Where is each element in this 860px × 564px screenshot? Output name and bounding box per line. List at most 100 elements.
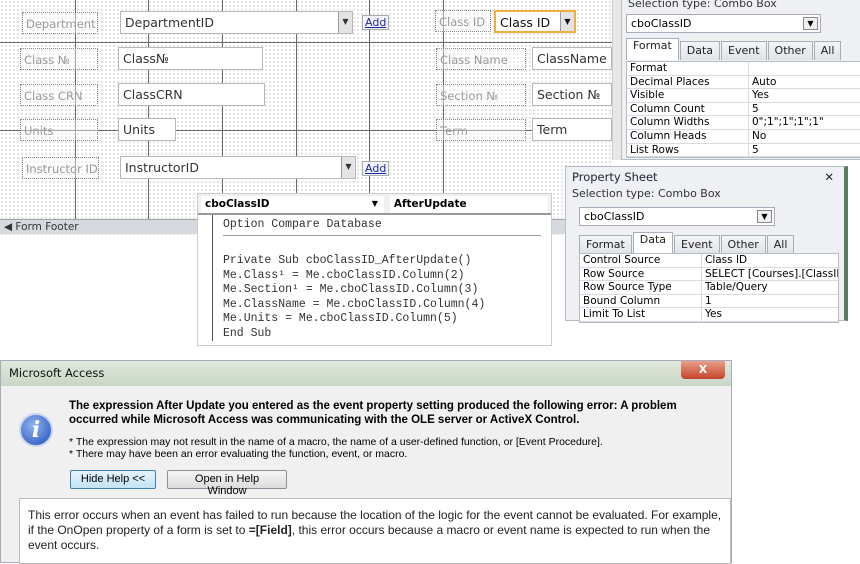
property-grid: Control Source Class ID Row Source SELECT [… [579,253,839,323]
property-name: Column Heads [627,129,749,143]
property-value[interactable]: SELECT [Courses].[ClassID], [702,268,838,281]
close-icon[interactable]: ✕ [824,170,834,184]
error-message: The expression After Update you entered … [69,400,677,426]
tab-all[interactable]: All [813,41,842,60]
property-row[interactable]: Visible Yes [627,89,860,103]
instructor-label[interactable]: Instructor ID [22,157,99,179]
classno-label[interactable]: Class № [20,48,98,70]
tab-format[interactable]: Format [626,38,679,60]
chevron-down-icon[interactable]: ▼ [338,12,352,33]
property-value[interactable]: Class ID [702,254,838,267]
property-row[interactable]: Row Source SELECT [Courses].[ClassID], [580,267,838,282]
tab-all[interactable]: All [766,235,795,254]
property-value[interactable]: Yes [702,308,838,321]
property-name: Visible [627,89,749,102]
chevron-down-icon[interactable]: ▼ [372,199,378,208]
classid-combo[interactable]: Class ID ▼ [494,10,576,33]
instructor-value: InstructorID [125,160,199,175]
object-value: cboClassID [631,17,692,30]
property-row[interactable]: Row Source Type Table/Query [580,281,838,295]
object-dropdown[interactable]: cboClassID ▼ [201,196,384,213]
help-text-panel: This error occurs when an event has fail… [19,498,731,564]
property-value[interactable]: No [749,130,860,143]
error-bullet-1: * The expression may not result in the n… [69,436,603,448]
chevron-down-icon[interactable]: ▼ [341,157,355,178]
term-field[interactable]: Term [532,118,612,141]
classname-label[interactable]: Class Name [436,48,526,70]
property-value[interactable]: Table/Query [702,281,838,294]
property-row[interactable]: List Rows 5 [627,143,860,158]
property-value[interactable]: Auto [749,76,860,89]
classcrn-field[interactable]: ClassCRN [118,83,265,106]
code-line: Me.Class¹ = Me.cboClassID.Column(2) [223,268,465,282]
property-name: Control Source [580,254,702,267]
tab-event[interactable]: Event [674,235,720,254]
object-select[interactable]: cboClassID ▼ [626,14,821,33]
property-name: Row Source [580,267,702,281]
vertical-scrollbar[interactable] [612,0,621,160]
department-combo[interactable]: DepartmentID ▼ [120,11,353,34]
property-row[interactable]: Column Count 5 [627,102,860,117]
add-department-button[interactable]: Add [362,15,390,30]
property-name: Row Source Type [580,281,702,294]
tab-event[interactable]: Event [721,41,767,60]
department-label[interactable]: Department [22,12,98,34]
tab-other[interactable]: Other [720,235,766,254]
property-sheet-data: Property Sheet ✕ Selection type: Combo Bo… [565,166,848,323]
term-label[interactable]: Term [436,119,526,141]
form-footer-label: Form Footer [15,221,79,233]
property-value[interactable]: Yes [749,89,860,102]
tab-other[interactable]: Other [767,41,813,60]
hide-help-button[interactable]: Hide Help << [70,470,156,489]
property-row[interactable]: Column Widths 0";1";1";1";1" [627,116,860,130]
tab-format[interactable]: Format [579,235,632,254]
code-line: Private Sub cboClassID_AfterUpdate() [223,254,472,267]
code-editor[interactable]: Option Compare Database Private Sub cboC… [212,215,551,341]
property-name: Limit To List [580,308,702,321]
code-line: Me.ClassName = Me.cboClassID.Column(4) [223,297,486,311]
procedure-dropdown[interactable]: AfterUpdate [389,196,548,213]
chevron-down-icon[interactable]: ▼ [803,17,818,30]
dialog-titlebar: Microsoft Access X [1,361,731,386]
property-row[interactable]: Bound Column 1 [580,294,838,309]
code-line: Me.Units = Me.cboClassID.Column(5) [223,312,458,325]
section-label[interactable]: Section № [436,84,526,106]
property-name: Column Widths [627,116,749,129]
error-dialog: Microsoft Access X i The expression After… [0,360,732,564]
object-select[interactable]: cboClassID ▼ [579,207,775,226]
property-value[interactable]: 5 [749,103,860,116]
tab-data[interactable]: Data [632,232,674,254]
units-field[interactable]: Units [118,118,176,141]
classno-field[interactable]: Class№ [118,47,263,70]
code-line: End Sub [223,326,272,340]
chevron-down-icon[interactable]: ▼ [757,210,772,223]
property-value[interactable]: 5 [749,144,860,157]
error-bullet-2: * There may have been an error evaluatin… [69,448,408,460]
property-sheet-title: Property Sheet ✕ [572,170,834,184]
section-field[interactable]: Section № [532,83,612,106]
property-row[interactable]: Decimal Places Auto [627,75,860,90]
property-value[interactable] [749,62,860,75]
property-row[interactable]: Control Source Class ID [580,254,838,268]
selection-type: Selection type: Combo Box [572,187,721,200]
tab-data[interactable]: Data [679,41,721,60]
open-help-window-button[interactable]: Open in Help Window [167,470,287,497]
units-label[interactable]: Units [20,119,98,141]
selection-type: Selection type: Combo Box [628,0,777,10]
property-name: Bound Column [580,294,702,308]
property-row[interactable]: Format [627,62,860,76]
chevron-down-icon[interactable]: ▼ [560,12,574,31]
classcrn-label[interactable]: Class CRN [20,84,98,106]
add-instructor-button[interactable]: Add [362,161,390,176]
object-value: cboClassID [584,210,645,223]
classid-value: Class ID [500,15,551,30]
property-value[interactable]: 1 [702,295,838,308]
classname-field[interactable]: ClassName [532,47,612,70]
instructor-combo[interactable]: InstructorID ▼ [120,156,356,179]
classid-label[interactable]: Class ID [435,10,491,32]
close-button[interactable]: X [681,361,725,379]
property-row[interactable]: Column Heads No [627,129,860,144]
code-line: Me.Section¹ = Me.cboClassID.Column(3) [223,283,479,296]
property-row[interactable]: Limit To List Yes [580,308,838,322]
property-value[interactable]: 0";1";1";1";1" [749,116,860,129]
